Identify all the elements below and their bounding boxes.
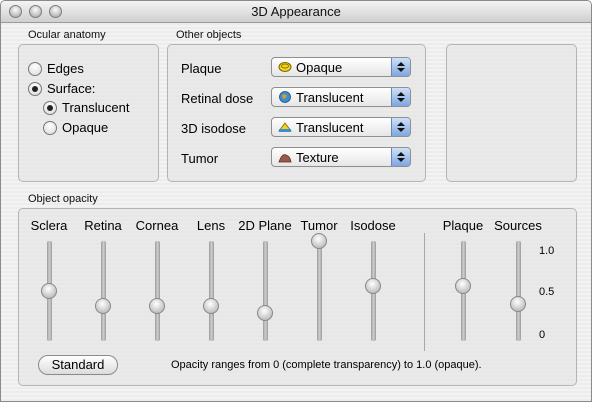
slider-track-2d-plane[interactable] [263,241,268,341]
slider-track-sources[interactable] [516,241,521,341]
opaque-radio-label: Opaque [62,120,109,135]
scale-label-mid: 0.5 [539,286,555,298]
other-objects-label: Other objects [176,29,242,41]
scale-label-min: 0 [539,329,546,341]
slider-label-retina: Retina [84,218,122,233]
slider-knob-tumor[interactable] [311,233,327,249]
slider-label-2d-plane: 2D Plane [238,218,292,233]
slider-knob-cornea[interactable] [149,298,165,314]
standard-button[interactable]: Standard [38,355,118,375]
tumor-row-label: Tumor [181,151,219,166]
isodose-row-label: 3D isodose [181,121,247,136]
tumor-popup-arrows-icon [391,148,410,166]
ocular-anatomy-label: Ocular anatomy [28,29,106,41]
slider-knob-plaque[interactable] [455,278,471,294]
slider-label-lens: Lens [196,218,226,233]
slider-label-sclera: Sclera [30,218,68,233]
plaque-icon [278,61,292,73]
slider-knob-2d-plane[interactable] [257,305,273,321]
edges-radio-label: Edges [47,61,84,76]
slider-track-tumor[interactable] [317,241,322,341]
plaque-popup-arrows-icon [391,58,410,76]
retinal-dose-popup-value: Translucent [296,89,364,105]
title-bar: 3D Appearance [1,1,591,23]
slider-label-plaque: Plaque [442,218,484,233]
slider-divider [424,233,425,351]
plaque-popup[interactable]: Opaque [271,57,411,77]
plaque-row-label: Plaque [181,61,222,76]
opaque-radio-row[interactable]: Opaque [43,120,108,135]
opaque-radio[interactable] [43,120,57,135]
retinal-dose-row-label: Retinal dose [181,91,254,106]
surface-radio-row[interactable]: Surface: [28,81,95,96]
appearance-window: 3D Appearance Ocular anatomy Edges Surfa… [0,0,592,402]
plaque-popup-value: Opaque [296,59,343,75]
retinal-dose-popup-arrows-icon [391,88,410,106]
slider-knob-retina[interactable] [95,298,111,314]
isodose-popup[interactable]: Translucent [271,117,411,137]
slider-track-lens[interactable] [209,241,214,341]
translucent-radio[interactable] [43,100,57,115]
slider-knob-lens[interactable] [203,298,219,314]
globe-icon [278,91,292,103]
slider-knob-isodose[interactable] [365,278,381,294]
slider-label-sources: Sources [494,218,542,233]
slider-knob-sources[interactable] [510,296,526,312]
slider-track-retina[interactable] [101,241,106,341]
object-opacity-label: Object opacity [28,193,98,205]
isodose-popup-value: Translucent [296,119,364,135]
slider-track-cornea[interactable] [155,241,160,341]
retinal-dose-popup[interactable]: Translucent [271,87,411,107]
tumor-popup-value: Texture [296,149,339,165]
isodose-popup-arrows-icon [391,118,410,136]
surface-radio[interactable] [28,81,42,96]
opacity-note: Opacity ranges from 0 (complete transpar… [171,359,482,371]
slider-knob-sclera[interactable] [41,283,57,299]
surface-radio-label: Surface: [47,81,96,96]
tumor-icon [278,151,292,163]
preview-box [446,44,577,182]
slider-label-isodose: Isodose [350,218,396,233]
isodose-icon [278,121,292,133]
translucent-radio-row[interactable]: Translucent [43,100,129,115]
window-title: 3D Appearance [251,4,341,19]
scale-label-max: 1.0 [539,245,555,257]
slider-label-tumor: Tumor [300,218,338,233]
window-content: Ocular anatomy Edges Surface: Translucen… [1,23,591,401]
translucent-radio-label: Translucent [62,100,130,115]
edges-radio-row[interactable]: Edges [28,61,84,76]
edges-radio[interactable] [28,61,42,76]
slider-label-cornea: Cornea [135,218,179,233]
tumor-popup[interactable]: Texture [271,147,411,167]
